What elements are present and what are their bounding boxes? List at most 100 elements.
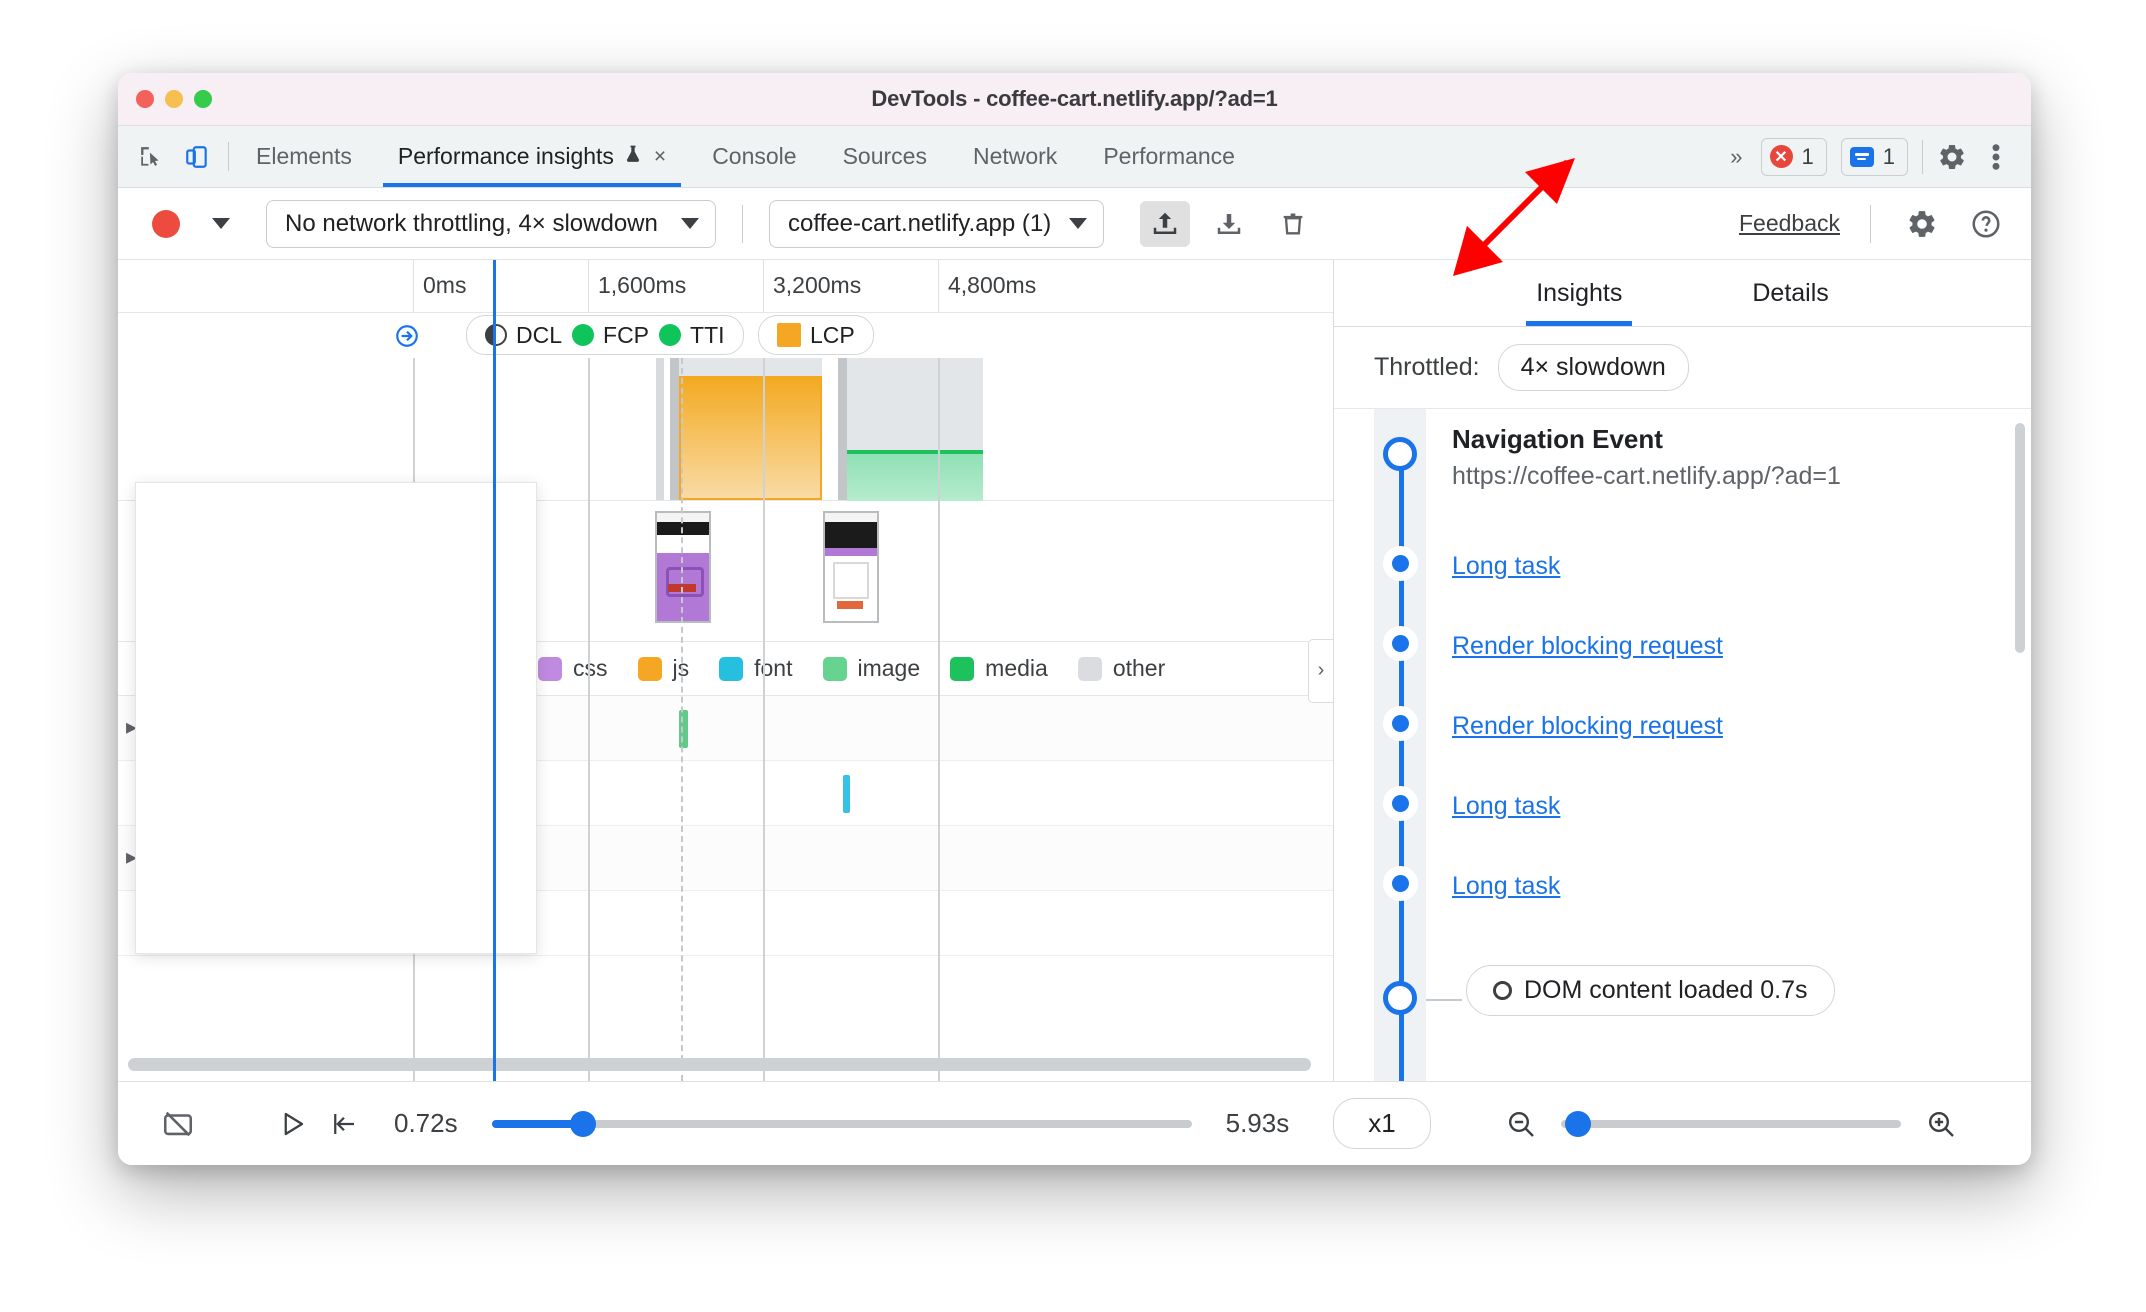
half-circle-icon — [485, 324, 507, 346]
insight-link[interactable]: Long task — [1452, 552, 1560, 580]
insight-long-task[interactable]: Long task — [1374, 871, 2031, 951]
tab-console[interactable]: Console — [689, 126, 819, 187]
tab-elements[interactable]: Elements — [233, 126, 375, 187]
tab-sources[interactable]: Sources — [820, 126, 950, 187]
track-event-bar[interactable] — [843, 775, 850, 813]
marker-label: FCP — [603, 321, 650, 348]
record-button[interactable] — [152, 209, 180, 238]
screenshots-toggle-button[interactable] — [152, 1107, 204, 1141]
event-node-icon — [1374, 715, 1426, 732]
window-controls[interactable] — [136, 90, 212, 108]
tabbar-right-divider — [1922, 139, 1923, 174]
legend-label: image — [857, 655, 921, 681]
filmstrip-thumbnail[interactable] — [655, 511, 711, 623]
tab-performance[interactable]: Performance — [1080, 126, 1258, 187]
tab-label: Console — [712, 143, 797, 169]
close-window-button[interactable] — [136, 90, 154, 108]
zoom-in-button[interactable] — [1915, 1108, 1967, 1140]
throttling-select[interactable]: No network throttling, 4× slowdown — [266, 199, 716, 248]
timeline-horizontal-scrollbar[interactable] — [128, 1058, 1311, 1071]
timeline-pane[interactable]: 0ms 1,600ms 3,200ms 4,800ms DCL FCP TTI … — [118, 260, 1334, 1081]
feedback-link[interactable]: Feedback — [1739, 210, 1844, 237]
more-tabs-icon[interactable]: » — [1722, 144, 1746, 170]
jump-to-start-icon — [334, 1113, 354, 1134]
tab-label: Performance insights — [397, 143, 614, 169]
timeline-playhead-line[interactable] — [493, 260, 496, 1081]
close-icon[interactable]: × — [654, 145, 666, 169]
network-request-bar[interactable] — [656, 358, 664, 500]
minimize-window-button[interactable] — [165, 90, 183, 108]
network-request-bar[interactable] — [838, 358, 983, 504]
playback-bottombar: 0.72s 5.93s x1 — [118, 1081, 2031, 1165]
gear-icon[interactable] — [1937, 142, 1967, 172]
timeline-ruler[interactable]: 0ms 1,600ms 3,200ms 4,800ms — [118, 260, 1333, 313]
devtools-window: DevTools - coffee-cart.netlify.app/?ad=1 — [118, 73, 2031, 1165]
tab-details[interactable]: Details — [1742, 260, 1838, 326]
marker-group-lcp[interactable]: LCP — [758, 315, 874, 355]
circle-icon — [1493, 981, 1512, 1000]
upload-profile-button[interactable] — [1140, 200, 1191, 247]
circle-icon — [572, 324, 595, 346]
help-button[interactable] — [1961, 201, 2011, 247]
marker-group-dcl-fcp-tti[interactable]: DCL FCP TTI — [466, 315, 744, 355]
insight-navigation-event[interactable]: Navigation Event https://coffee-cart.net… — [1374, 423, 2031, 551]
insight-long-task[interactable]: Long task — [1374, 791, 2031, 871]
zoom-slider[interactable] — [1560, 1110, 1901, 1137]
zoom-out-button[interactable] — [1495, 1108, 1547, 1140]
tab-network[interactable]: Network — [950, 126, 1080, 187]
window-title: DevTools - coffee-cart.netlify.app/?ad=1 — [871, 86, 1278, 111]
throttled-label: Throttled: — [1374, 353, 1480, 381]
insight-dom-content-loaded[interactable]: DOM content loaded 0.7s — [1374, 965, 2031, 1045]
marker-label: TTI — [690, 321, 725, 348]
tab-performance-insights[interactable]: Performance insights × — [375, 126, 689, 187]
event-node-icon — [1374, 555, 1426, 572]
marker-lcp: LCP — [777, 322, 855, 349]
slider-handle[interactable] — [1564, 1110, 1591, 1137]
insight-render-blocking-request[interactable]: Render blocking request — [1374, 711, 2031, 791]
start-time-label: 0.72s — [394, 1108, 458, 1138]
color-swatch — [637, 656, 662, 681]
throttled-value-chip[interactable]: 4× slowdown — [1497, 344, 1689, 391]
marker-label: LCP — [810, 321, 855, 348]
insight-render-blocking-request[interactable]: Render blocking request — [1374, 631, 2031, 711]
insight-link[interactable]: Render blocking request — [1452, 712, 1723, 740]
three-dot-menu-icon[interactable] — [1981, 142, 2011, 172]
jump-to-start-button[interactable] — [318, 1109, 370, 1139]
record-options-chevron-down-icon[interactable] — [212, 218, 230, 229]
page-select[interactable]: coffee-cart.netlify.app (1) — [769, 199, 1105, 248]
inspect-element-icon[interactable] — [136, 142, 166, 172]
network-request-bar[interactable] — [670, 358, 822, 500]
tab-label: Sources — [842, 143, 927, 169]
ruler-tick: 0ms — [413, 260, 466, 312]
playback-speed-pill[interactable]: x1 — [1333, 1098, 1431, 1149]
device-toolbar-icon[interactable] — [182, 142, 212, 172]
dom-content-loaded-pill[interactable]: DOM content loaded 0.7s — [1466, 965, 1835, 1016]
insight-long-task[interactable]: Long task — [1374, 551, 2031, 631]
insight-link[interactable]: Long task — [1452, 872, 1560, 900]
insights-list[interactable]: Navigation Event https://coffee-cart.net… — [1334, 409, 2031, 1081]
pane-resize-handle[interactable]: › — [1308, 638, 1333, 703]
event-node-icon — [1374, 981, 1426, 1015]
insight-link[interactable]: Render blocking request — [1452, 632, 1723, 660]
insights-tabs: Insights Details — [1334, 260, 2031, 327]
download-profile-button[interactable] — [1204, 201, 1254, 247]
event-node-icon — [1374, 795, 1426, 812]
legend-item-css: css — [538, 655, 608, 682]
maximize-window-button[interactable] — [194, 90, 212, 108]
network-lane[interactable] — [118, 358, 1333, 504]
error-count-badge[interactable]: ✕ 1 — [1760, 137, 1827, 176]
filmstrip-thumbnail[interactable] — [823, 511, 879, 623]
message-count-badge[interactable]: 1 — [1840, 137, 1908, 176]
experiment-flask-icon — [623, 143, 643, 171]
delete-profile-button[interactable] — [1268, 201, 1318, 247]
play-button[interactable] — [266, 1109, 318, 1139]
devtools-tabbar: Elements Performance insights × Console … — [118, 126, 2031, 188]
insight-link[interactable]: Long task — [1452, 792, 1560, 820]
insight-title: Navigation Event — [1452, 424, 1663, 454]
insights-vertical-scrollbar[interactable] — [2015, 423, 2025, 653]
tab-insights[interactable]: Insights — [1526, 260, 1633, 326]
slider-handle[interactable] — [569, 1110, 596, 1137]
legend-item-media: media — [950, 655, 1048, 682]
time-range-slider[interactable] — [491, 1110, 1192, 1137]
settings-button[interactable] — [1897, 201, 1947, 247]
